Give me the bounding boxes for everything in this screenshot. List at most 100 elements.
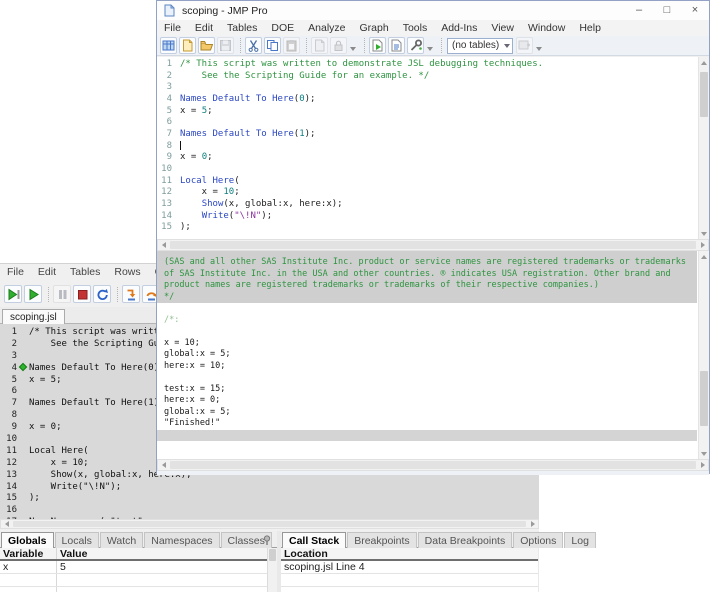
scroll-left-icon[interactable] — [1, 520, 12, 528]
menu-analyze[interactable]: Analyze — [301, 20, 352, 36]
editor-line[interactable]: 15); — [157, 222, 709, 234]
scroll-thumb[interactable] — [700, 72, 708, 117]
editor-line[interactable]: 5x = 5; — [157, 105, 709, 117]
open-file-icon[interactable] — [198, 37, 215, 54]
run-debug-icon[interactable] — [4, 285, 22, 303]
scroll-right-icon[interactable] — [697, 460, 708, 470]
menu-doe[interactable]: DOE — [264, 20, 301, 36]
table-row[interactable] — [281, 574, 538, 587]
minimize-button[interactable]: – — [625, 1, 653, 20]
variables-v-scrollbar[interactable] — [267, 548, 277, 592]
menu-file[interactable]: File — [157, 20, 188, 36]
tab-options[interactable]: Options — [513, 532, 563, 548]
menu-window[interactable]: Window — [521, 20, 572, 36]
menu-tables[interactable]: Tables — [63, 264, 107, 281]
editor-line[interactable]: 14 Write("\!N"); — [157, 210, 709, 222]
menu-tools[interactable]: Tools — [396, 20, 435, 36]
toolbar-overflow-icon[interactable] — [535, 38, 544, 54]
scroll-thumb[interactable] — [700, 371, 708, 426]
copy-icon[interactable] — [264, 37, 281, 54]
scroll-up-icon[interactable] — [699, 57, 709, 68]
scroll-thumb[interactable] — [13, 521, 526, 527]
editor-line[interactable]: 10 — [157, 163, 709, 175]
scroll-left-icon[interactable] — [158, 240, 169, 250]
editor-line[interactable]: 1/* This script was written to demonstra… — [157, 58, 709, 70]
stop-icon[interactable] — [73, 285, 91, 303]
editor-line[interactable]: 3 — [157, 81, 709, 93]
scroll-up-icon[interactable] — [699, 251, 709, 262]
table-selector[interactable]: (no tables) — [447, 38, 513, 54]
copy-special-icon[interactable] — [311, 37, 328, 54]
paste-icon[interactable] — [283, 37, 300, 54]
editor-line[interactable]: 11Local Here( — [157, 175, 709, 187]
editor-line[interactable]: 9x = 0; — [157, 152, 709, 164]
toolbar-overflow-icon[interactable] — [426, 38, 435, 54]
scroll-right-icon[interactable] — [527, 520, 538, 528]
table-row[interactable]: x5 — [0, 561, 267, 574]
editor-line[interactable]: 4Names Default To Here(0); — [157, 93, 709, 105]
script-editor[interactable]: 1/* This script was written to demonstra… — [157, 57, 709, 239]
log-pane[interactable]: (SAS and all other SAS Institute Inc. pr… — [157, 251, 709, 459]
table-row[interactable]: scoping.jsl Line 4 — [281, 561, 538, 574]
menu-view[interactable]: View — [484, 20, 521, 36]
tab-breakpoints[interactable]: Breakpoints — [347, 532, 416, 548]
menu-edit[interactable]: Edit — [31, 264, 63, 281]
tab-log[interactable]: Log — [564, 532, 596, 548]
menu-rows[interactable]: Rows — [107, 264, 147, 281]
run-icon[interactable] — [24, 285, 42, 303]
tools-icon[interactable] — [407, 37, 424, 54]
editor-h-scrollbar[interactable] — [157, 239, 709, 251]
step-into-icon[interactable] — [122, 285, 140, 303]
tab-locals[interactable]: Locals — [55, 532, 99, 548]
log-h-scrollbar[interactable] — [157, 459, 709, 471]
run-script-icon[interactable] — [369, 37, 386, 54]
tab-globals[interactable]: Globals — [1, 532, 54, 549]
lock-icon[interactable] — [330, 37, 347, 54]
scroll-thumb[interactable] — [170, 461, 696, 469]
cut-icon[interactable] — [245, 37, 262, 54]
debugger-code-line[interactable]: 16 — [0, 504, 539, 516]
tab-namespaces[interactable]: Namespaces — [144, 532, 219, 548]
menu-graph[interactable]: Graph — [353, 20, 396, 36]
close-button[interactable]: × — [681, 1, 709, 20]
editor-line[interactable]: 8 — [157, 140, 709, 152]
save-icon[interactable] — [217, 37, 234, 54]
editor-v-scrollbar[interactable] — [698, 57, 709, 239]
menu-edit[interactable]: Edit — [188, 20, 220, 36]
scroll-left-icon[interactable] — [158, 460, 169, 470]
debugger-h-scrollbar[interactable] — [0, 519, 539, 529]
add-table-icon[interactable] — [516, 37, 533, 54]
editor-line[interactable]: 13 Show(x, global:x, here:x); — [157, 198, 709, 210]
tab-data-breakpoints[interactable]: Data Breakpoints — [418, 532, 513, 548]
scroll-thumb[interactable] — [269, 549, 276, 561]
editor-line[interactable]: 2 See the Scripting Guide for an example… — [157, 70, 709, 82]
tab-call-stack[interactable]: Call Stack — [282, 532, 346, 549]
scroll-thumb[interactable] — [170, 241, 696, 249]
log-v-scrollbar[interactable] — [698, 251, 709, 459]
debugger-code-line[interactable]: 15); — [0, 492, 539, 504]
toolbar-overflow-icon[interactable] — [349, 38, 358, 54]
log-selected-text[interactable]: (SAS and all other SAS Institute Inc. pr… — [157, 251, 697, 303]
open-log-icon[interactable] — [388, 37, 405, 54]
new-data-table-icon[interactable] — [160, 37, 177, 54]
editor-line[interactable]: 12 x = 10; — [157, 187, 709, 199]
scroll-down-icon[interactable] — [699, 448, 709, 459]
menu-help[interactable]: Help — [572, 20, 608, 36]
new-journal-icon[interactable] — [179, 37, 196, 54]
menu-tables[interactable]: Tables — [220, 20, 264, 36]
pause-icon[interactable] — [53, 285, 71, 303]
scroll-down-icon[interactable] — [699, 228, 709, 239]
table-row[interactable] — [0, 574, 267, 587]
menu-add-ins[interactable]: Add-Ins — [434, 20, 484, 36]
scroll-right-icon[interactable] — [697, 240, 708, 250]
editor-line[interactable]: 7Names Default To Here(1); — [157, 128, 709, 140]
tab-watch[interactable]: Watch — [100, 532, 143, 548]
maximize-button[interactable]: □ — [653, 1, 681, 20]
table-row[interactable] — [0, 587, 267, 592]
editor-line[interactable]: 6 — [157, 116, 709, 128]
menu-file[interactable]: File — [0, 264, 31, 281]
table-row[interactable] — [281, 587, 538, 592]
pin-icon[interactable] — [261, 533, 273, 545]
reset-icon[interactable] — [93, 285, 111, 303]
debugger-code-line[interactable]: 14 Write("\!N"); — [0, 481, 539, 493]
